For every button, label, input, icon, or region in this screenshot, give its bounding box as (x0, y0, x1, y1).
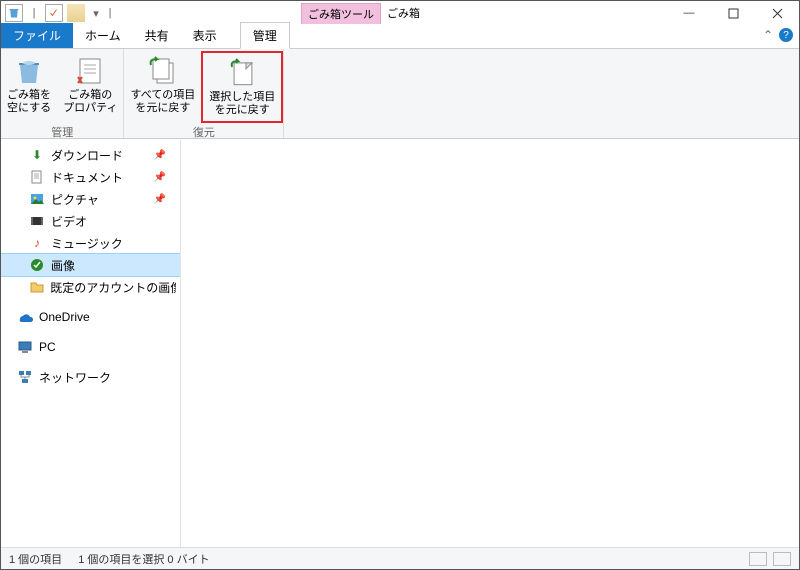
tab-file[interactable]: ファイル (1, 23, 73, 48)
explorer-body: ⬇ ダウンロード 📌 ドキュメント 📌 ピクチャ 📌 ビデオ ♪ ミュージック … (1, 140, 799, 547)
nav-videos[interactable]: ビデオ (1, 210, 180, 232)
nav-videos-label: ビデオ (51, 213, 87, 230)
download-icon: ⬇ (29, 147, 45, 163)
empty-recycle-bin-button[interactable]: ごみ箱を 空にする (1, 51, 57, 123)
ribbon: ごみ箱を 空にする ごみ箱の プロパティ 管理 すべての項目 を元に戻す 選択し… (1, 49, 799, 139)
view-switcher (749, 552, 791, 566)
nav-pictures[interactable]: ピクチャ 📌 (1, 188, 180, 210)
pc-icon (17, 339, 33, 355)
recycle-bin-properties-label: ごみ箱の プロパティ (63, 89, 117, 115)
maximize-button[interactable] (711, 1, 755, 25)
video-icon (29, 213, 45, 229)
qat-separator: | (27, 4, 41, 22)
document-icon (29, 169, 45, 185)
ribbon-group-manage-label: 管理 (1, 123, 123, 141)
folder-icon (29, 279, 44, 295)
restore-selected-button[interactable]: 選択した項目 を元に戻す (201, 51, 283, 123)
ribbon-tabs: ファイル ホーム 共有 表示 管理 ⌃ ? (1, 25, 799, 49)
quick-access-toolbar: | ▾ | (1, 4, 121, 22)
tab-share[interactable]: 共有 (133, 23, 181, 48)
folder-check-icon (29, 257, 45, 273)
nav-pc-label: PC (39, 340, 56, 354)
nav-account-images-label: 既定のアカウントの画像 (50, 279, 176, 296)
ribbon-collapse-icon[interactable]: ⌃ (763, 28, 773, 42)
nav-account-images[interactable]: 既定のアカウントの画像 (1, 276, 180, 298)
content-pane[interactable] (181, 140, 799, 547)
view-large-button[interactable] (773, 552, 791, 566)
recycle-bin-icon[interactable] (5, 4, 23, 22)
nav-documents-label: ドキュメント (51, 169, 123, 186)
status-selection: 1 個の項目を選択 0 バイト (78, 551, 209, 567)
qat-folder-icon[interactable] (67, 4, 85, 22)
ribbon-group-manage: ごみ箱を 空にする ごみ箱の プロパティ 管理 (1, 49, 124, 138)
nav-pictures-label: ピクチャ (51, 191, 99, 208)
contextual-tab-header: ごみ箱ツール (301, 3, 381, 24)
nav-images[interactable]: 画像 (1, 254, 180, 276)
onedrive-icon (17, 309, 33, 325)
nav-documents[interactable]: ドキュメント 📌 (1, 166, 180, 188)
nav-network-label: ネットワーク (39, 369, 111, 386)
qat-dropdown-2[interactable]: | (103, 4, 117, 22)
titlebar: | ▾ | ごみ箱ツール ごみ箱 ― (1, 1, 799, 25)
ribbon-help-controls: ⌃ ? (763, 28, 793, 42)
help-icon[interactable]: ? (779, 28, 793, 42)
window-controls: ― (667, 1, 799, 25)
status-bar: 1 個の項目 1 個の項目を選択 0 バイト (1, 547, 799, 569)
nav-music-label: ミュージック (51, 235, 123, 252)
nav-images-label: 画像 (51, 257, 75, 274)
nav-onedrive-label: OneDrive (39, 310, 90, 324)
tab-manage[interactable]: 管理 (240, 22, 290, 49)
status-item-count: 1 個の項目 (9, 551, 62, 567)
recycle-bin-properties-button[interactable]: ごみ箱の プロパティ (57, 51, 123, 123)
nav-music[interactable]: ♪ ミュージック (1, 232, 180, 254)
nav-onedrive[interactable]: OneDrive (1, 306, 180, 328)
restore-all-label: すべての項目 を元に戻す (130, 89, 195, 115)
nav-network[interactable]: ネットワーク (1, 366, 180, 388)
empty-recycle-bin-label: ごみ箱を 空にする (7, 89, 51, 115)
network-icon (17, 369, 33, 385)
tab-view[interactable]: 表示 (181, 23, 229, 48)
restore-selected-label: 選択した項目 を元に戻す (209, 91, 275, 117)
qat-dropdown[interactable]: ▾ (89, 4, 103, 22)
nav-pc[interactable]: PC (1, 336, 180, 358)
nav-downloads[interactable]: ⬇ ダウンロード 📌 (1, 144, 180, 166)
view-details-button[interactable] (749, 552, 767, 566)
minimize-button[interactable]: ― (667, 1, 711, 25)
nav-downloads-label: ダウンロード (51, 147, 123, 164)
tab-home[interactable]: ホーム (73, 23, 133, 48)
close-button[interactable] (755, 1, 799, 25)
qat-properties-button[interactable] (45, 4, 63, 22)
ribbon-group-restore: すべての項目 を元に戻す 選択した項目 を元に戻す 復元 (124, 49, 284, 138)
ribbon-group-restore-label: 復元 (124, 123, 283, 141)
pin-icon: 📌 (154, 150, 166, 161)
navigation-pane[interactable]: ⬇ ダウンロード 📌 ドキュメント 📌 ピクチャ 📌 ビデオ ♪ ミュージック … (1, 140, 181, 547)
pin-icon: 📌 (154, 194, 166, 205)
window-title: ごみ箱 (387, 5, 420, 21)
restore-all-button[interactable]: すべての項目 を元に戻す (124, 51, 201, 123)
music-icon: ♪ (29, 235, 45, 251)
pin-icon: 📌 (154, 172, 166, 183)
picture-icon (29, 191, 45, 207)
